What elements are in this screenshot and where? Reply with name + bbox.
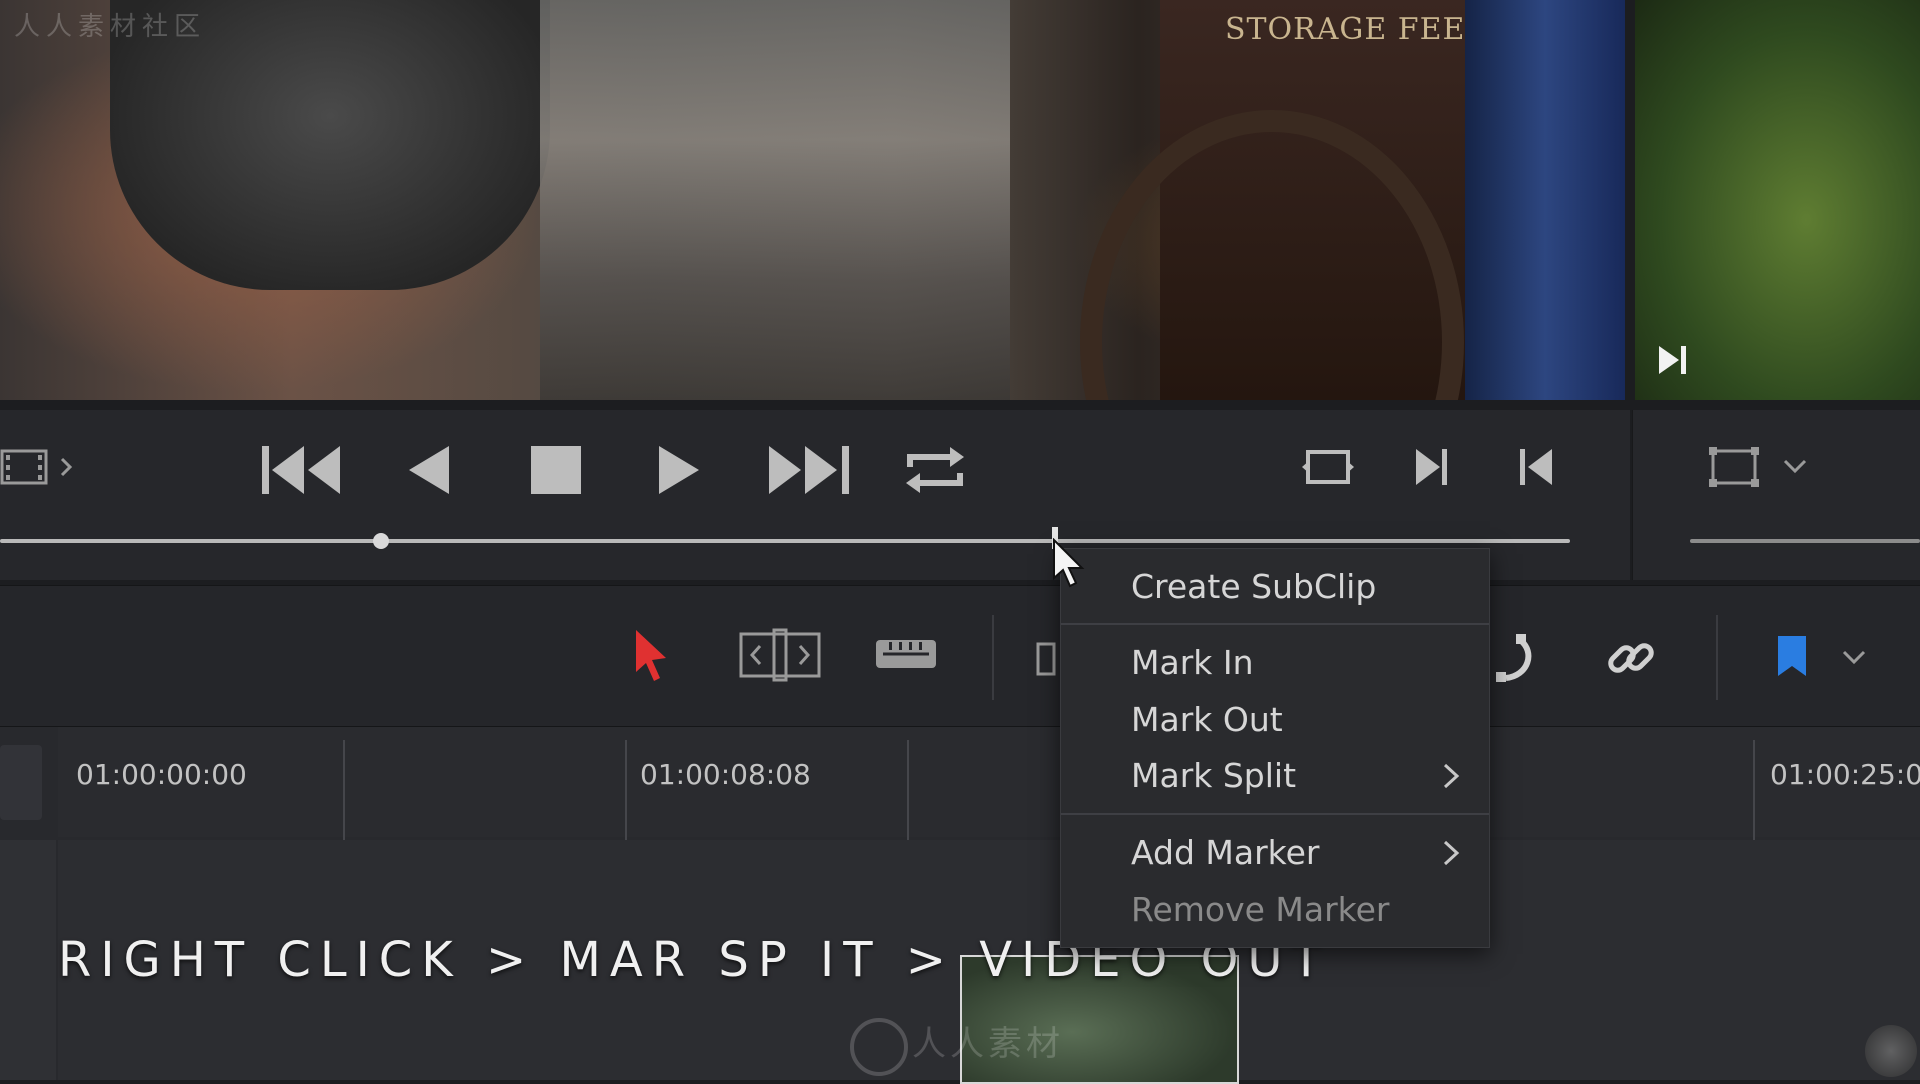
viewer-mode-icon[interactable] — [1705, 445, 1815, 490]
viewer-shelf — [540, 0, 1010, 400]
viewer-options-panel — [1632, 410, 1920, 580]
timeline-ruler[interactable] — [58, 727, 1920, 837]
blade-tool-icon[interactable] — [873, 632, 939, 677]
track-header[interactable] — [0, 745, 42, 820]
loop-icon[interactable] — [900, 435, 970, 505]
menu-item-create-subclip[interactable]: Create SubClip — [1131, 567, 1376, 606]
viewer-subject — [110, 0, 550, 290]
menu-item-mark-out[interactable]: Mark Out — [1131, 700, 1283, 739]
watermark-corner-logo — [1865, 1025, 1917, 1077]
submenu-arrow-icon — [1443, 763, 1460, 789]
mouse-cursor-icon — [1052, 537, 1086, 590]
insert-clip-icon[interactable] — [1035, 640, 1057, 678]
menu-item-mark-in[interactable]: Mark In — [1131, 643, 1254, 682]
viewer-pillar — [1465, 0, 1625, 400]
scrubber-start-handle[interactable] — [373, 533, 389, 549]
menu-item-add-marker[interactable]: Add Marker — [1131, 833, 1319, 872]
menu-separator — [1061, 623, 1489, 625]
context-menu: Create SubClip Mark In Mark Out Mark Spl… — [1060, 548, 1490, 948]
submenu-arrow-icon — [1443, 840, 1460, 866]
watermark-top-left: 人人素材社区 — [14, 12, 207, 42]
source-scrubber-bar[interactable] — [1690, 539, 1920, 543]
trim-tool-icon[interactable] — [738, 628, 822, 683]
menu-item-remove-marker: Remove Marker — [1131, 890, 1390, 929]
scrubber-bar[interactable] — [0, 539, 1570, 543]
match-frame-icon[interactable] — [1300, 442, 1356, 492]
source-viewer — [1635, 0, 1920, 400]
watermark-logo — [850, 1018, 908, 1076]
clip-view-icon[interactable] — [0, 445, 80, 490]
snapping-icon[interactable] — [1490, 632, 1538, 684]
flag-dropdown-icon[interactable] — [1836, 642, 1872, 672]
watermark-center: 人人素材 — [912, 1024, 1064, 1064]
viewer-sign-title: STORAGE FEE — [1225, 12, 1466, 47]
menu-item-mark-split[interactable]: Mark Split — [1131, 756, 1296, 795]
menu-separator — [1061, 813, 1489, 815]
previous-edit-icon[interactable] — [1516, 445, 1556, 490]
timecode-label: 01:00:25:0 — [1770, 758, 1920, 791]
stop-icon[interactable] — [528, 440, 584, 500]
toolbar-divider — [1716, 615, 1718, 700]
link-icon[interactable] — [1605, 632, 1657, 684]
timeline-viewer: STORAGE FEE — [0, 0, 1625, 400]
jump-to-end-icon[interactable] — [765, 440, 853, 500]
timecode-label: 01:00:08:08 — [640, 758, 811, 791]
play-icon[interactable] — [655, 440, 703, 500]
next-edit-icon[interactable] — [1412, 445, 1452, 490]
track-header-column — [0, 840, 56, 1080]
play-reverse-icon[interactable] — [405, 440, 453, 500]
flag-icon[interactable] — [1772, 632, 1812, 682]
toolbar-divider — [992, 615, 994, 700]
selection-tool-icon[interactable] — [630, 628, 670, 683]
next-clip-icon[interactable] — [1655, 342, 1691, 378]
timecode-label: 01:00:00:00 — [76, 758, 247, 791]
jump-to-start-icon[interactable] — [258, 440, 346, 500]
